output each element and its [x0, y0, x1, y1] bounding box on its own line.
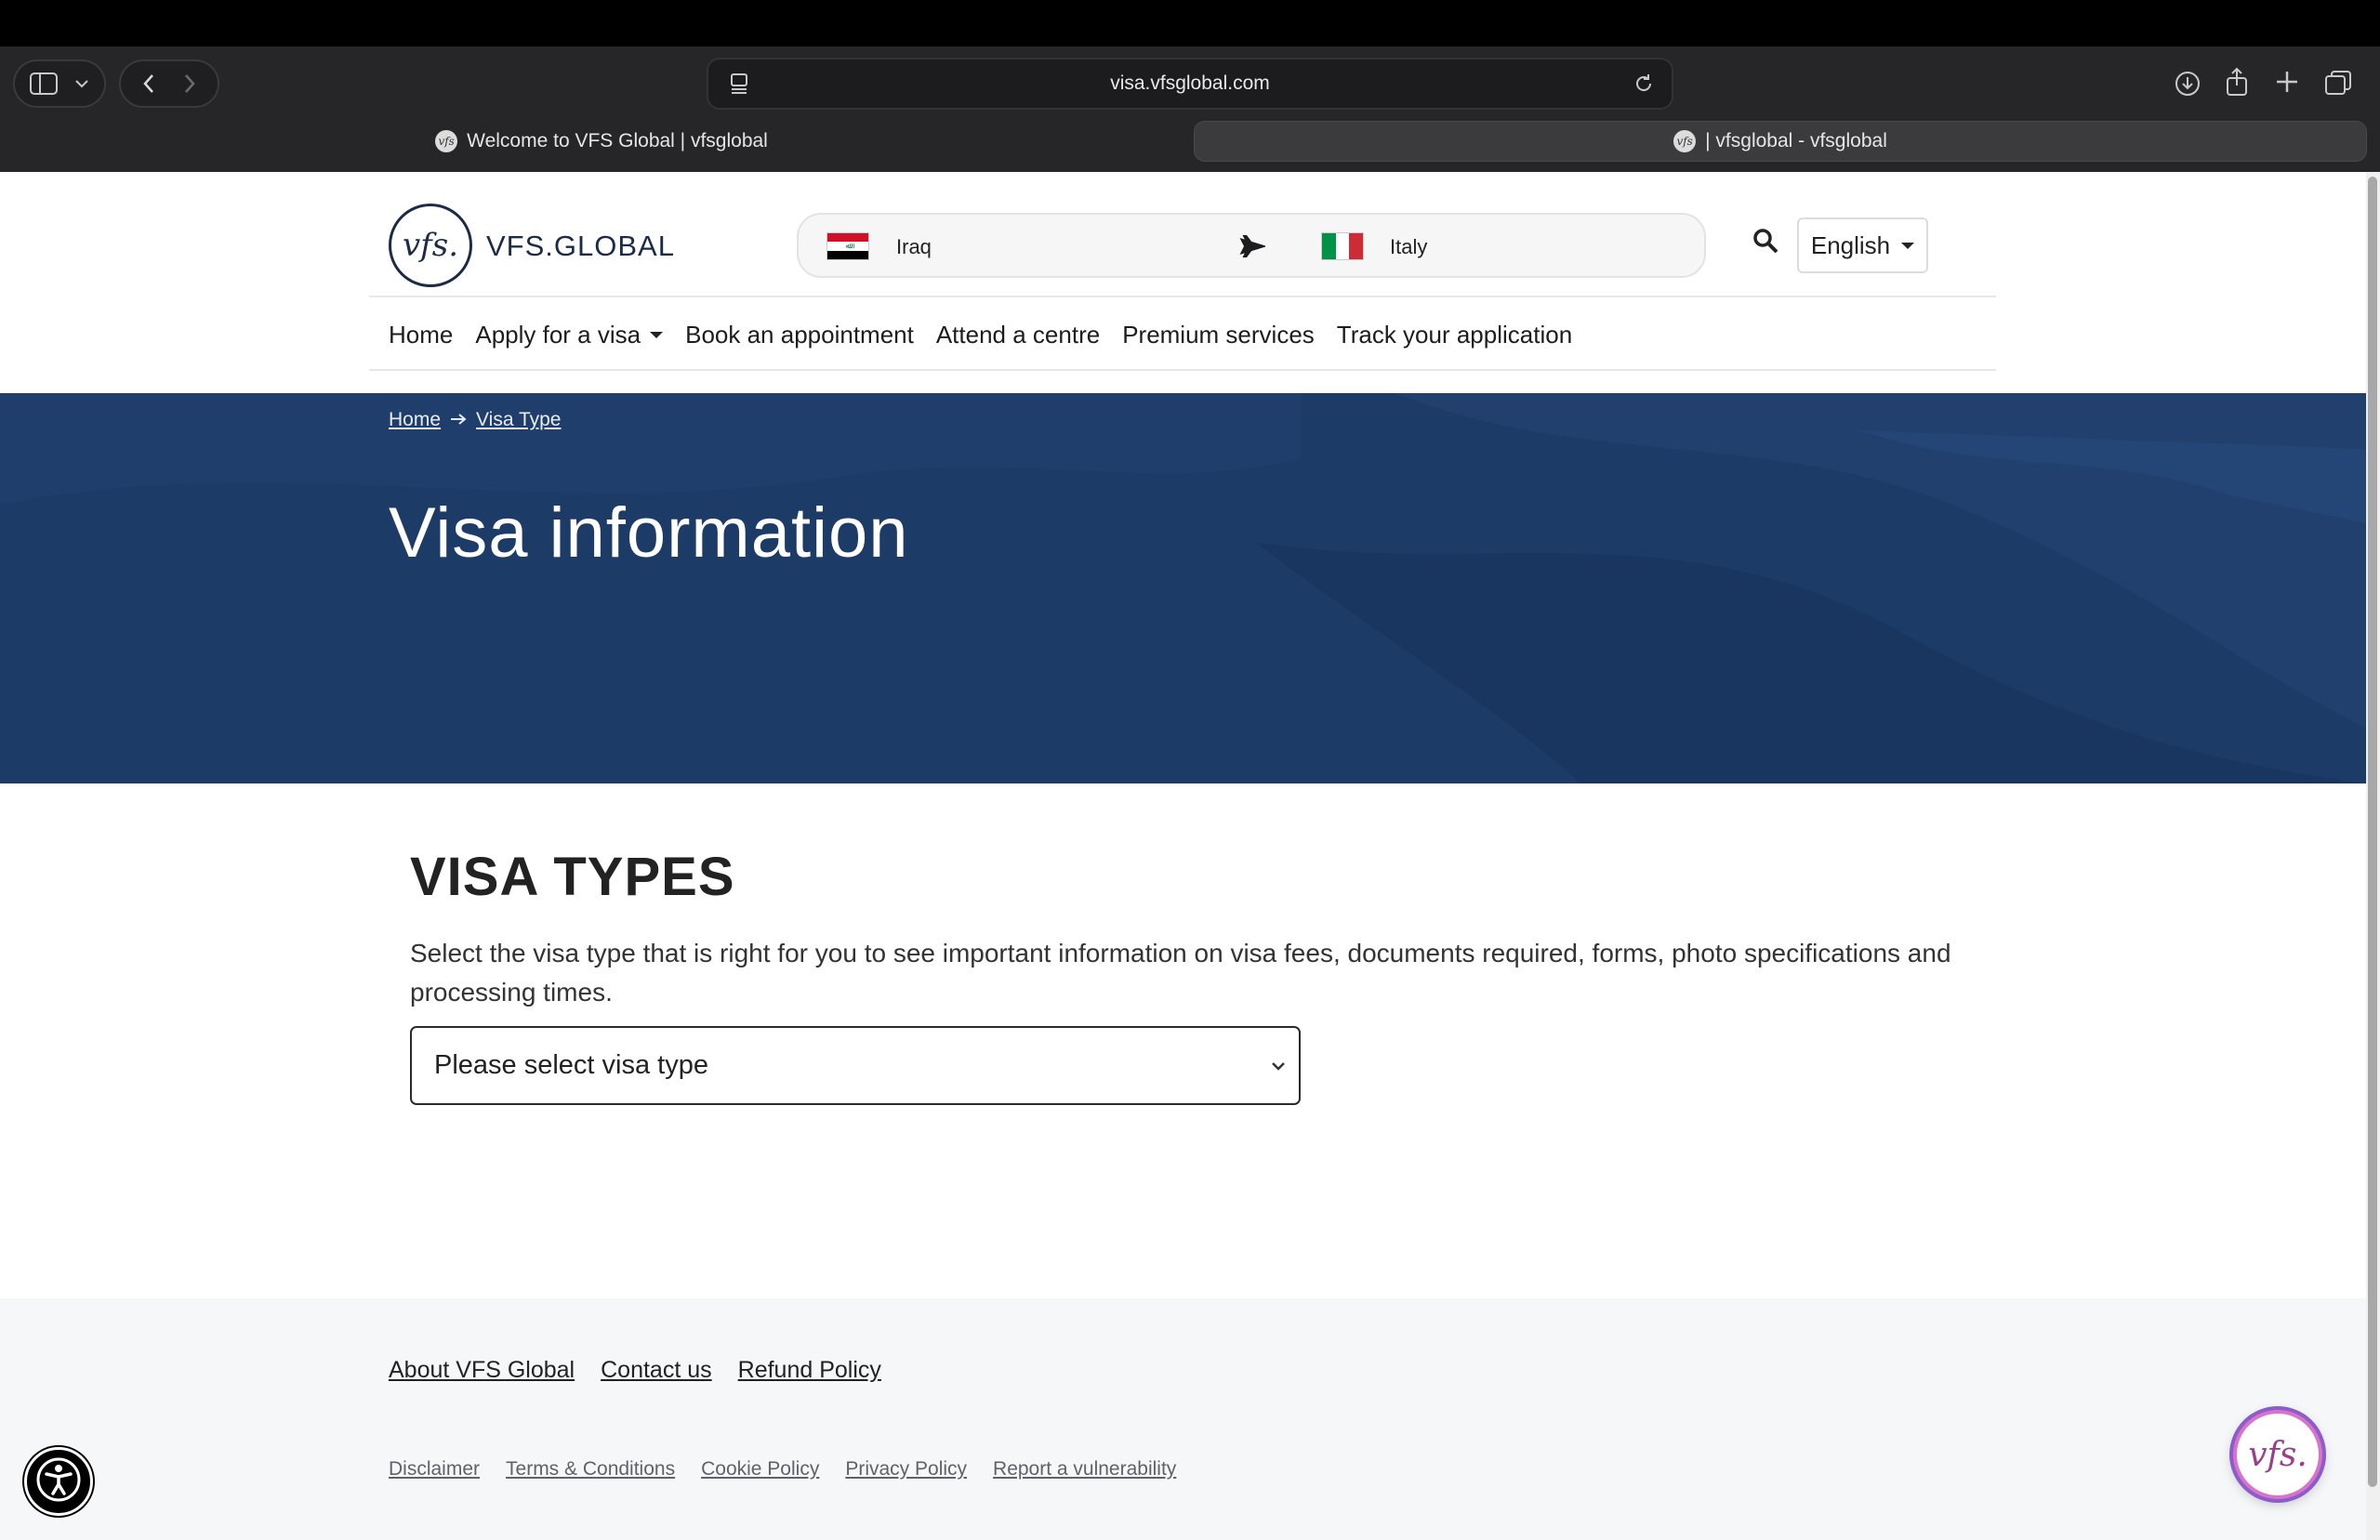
footer-about-link[interactable]: About VFS Global: [389, 1357, 575, 1384]
tab-label: | vfsglobal - vfsglobal: [1705, 130, 1887, 151]
footer-contact-link[interactable]: Contact us: [601, 1357, 712, 1384]
airplane-icon: [1236, 230, 1269, 268]
footer-terms-link[interactable]: Terms & Conditions: [506, 1458, 675, 1481]
url-text[interactable]: visa.vfsglobal.com: [708, 72, 1672, 95]
nav-apply-label: Apply for a visa: [475, 320, 641, 349]
vfs-favicon-icon: vfs: [435, 130, 458, 152]
footer-primary-links: About VFS Global Contact us Refund Polic…: [389, 1357, 881, 1384]
caret-down-icon: [1901, 242, 1915, 249]
footer-disclaimer-link[interactable]: Disclaimer: [389, 1458, 480, 1481]
nav-track-application[interactable]: Track your application: [1337, 321, 1572, 349]
visa-type-select[interactable]: Please select visa type: [410, 1026, 1301, 1105]
chevron-down-icon[interactable]: [74, 78, 89, 89]
visa-types-heading: VISA TYPES: [410, 847, 735, 907]
footer-privacy-link[interactable]: Privacy Policy: [845, 1458, 967, 1481]
page-scrollbar-thumb[interactable]: [2368, 177, 2377, 1487]
search-icon[interactable]: [1752, 227, 1789, 264]
italy-flag-icon: [1321, 232, 1364, 260]
header-divider: [369, 296, 1996, 297]
arrow-right-icon: [450, 409, 467, 431]
vfs-logo-text[interactable]: VFS.GLOBAL: [486, 230, 675, 263]
accessibility-icon: [35, 1456, 82, 1507]
forward-icon[interactable]: [183, 72, 196, 95]
visa-types-description: Select the visa type that is right for y…: [410, 939, 1951, 1007]
hero-banner: [0, 393, 2366, 783]
footer-report-vulnerability-link[interactable]: Report a vulnerability: [993, 1458, 1176, 1481]
site-header: [0, 172, 2366, 393]
address-bar[interactable]: visa.vfsglobal.com: [707, 58, 1673, 110]
sidebar-icon[interactable]: [30, 72, 58, 95]
nav-book-appointment[interactable]: Book an appointment: [685, 321, 914, 349]
tab-vfsglobal-active[interactable]: vfs | vfsglobal - vfsglobal: [1194, 121, 2367, 162]
tab-welcome[interactable]: vfs Welcome to VFS Global | vfsglobal: [11, 121, 1192, 162]
breadcrumb-home[interactable]: Home: [389, 409, 441, 431]
download-icon[interactable]: [2174, 70, 2202, 98]
new-tab-icon[interactable]: [2275, 70, 2299, 94]
footer-cookie-link[interactable]: Cookie Policy: [701, 1458, 819, 1481]
footer: [0, 1298, 2366, 1540]
vfs-favicon-icon: vfs: [1673, 130, 1697, 152]
sidebar-toggle-group[interactable]: [13, 59, 106, 108]
iraq-flag-icon: ﷲ: [826, 232, 869, 260]
vfs-logo-mark[interactable]: vfs.: [389, 204, 472, 287]
reload-icon[interactable]: [1633, 72, 1655, 95]
nav-apply-for-visa[interactable]: Apply for a visa: [475, 320, 664, 349]
tab-label: Welcome to VFS Global | vfsglobal: [467, 130, 768, 151]
chevron-down-icon: [1271, 1056, 1286, 1077]
accessibility-button[interactable]: [24, 1447, 93, 1516]
page-title: Visa information: [389, 494, 909, 573]
breadcrumb: Home Visa Type: [389, 409, 562, 431]
hero-background-decoration: [0, 393, 2366, 783]
breadcrumb-visa-type[interactable]: Visa Type: [476, 409, 561, 431]
nav-divider: [369, 369, 1996, 371]
from-country[interactable]: Iraq: [896, 235, 932, 259]
nav-attend-centre[interactable]: Attend a centre: [936, 321, 1100, 349]
share-icon[interactable]: [2224, 67, 2250, 97]
main-nav: Home Apply for a visa Book an appointmen…: [389, 316, 1572, 353]
language-dropdown[interactable]: English: [1797, 217, 1928, 273]
history-nav-group: [119, 59, 219, 108]
country-route-selector[interactable]: ﷲ Iraq Italy: [797, 213, 1706, 278]
chat-assistant-button[interactable]: vfs.: [2233, 1410, 2322, 1499]
footer-refund-link[interactable]: Refund Policy: [738, 1357, 881, 1384]
to-country[interactable]: Italy: [1390, 235, 1427, 259]
footer-legal-links: Disclaimer Terms & Conditions Cookie Pol…: [389, 1458, 1176, 1481]
visa-type-select-value: Please select visa type: [434, 1050, 708, 1080]
nav-home[interactable]: Home: [389, 321, 453, 349]
back-icon[interactable]: [142, 72, 155, 95]
language-label: English: [1810, 230, 1891, 259]
caret-down-icon: [650, 331, 664, 338]
tab-overview-icon[interactable]: [2324, 70, 2352, 96]
window-top-bar: [0, 0, 2380, 46]
nav-premium-services[interactable]: Premium services: [1122, 321, 1315, 349]
